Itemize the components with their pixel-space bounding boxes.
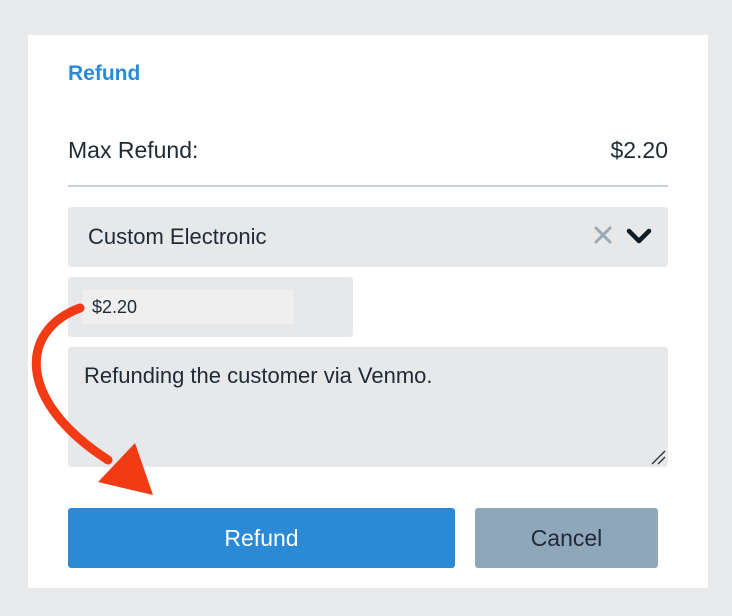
amount-input[interactable] (82, 290, 294, 324)
chevron-down-icon[interactable] (626, 225, 652, 247)
max-refund-row: Max Refund: $2.20 (68, 137, 668, 164)
refund-note-textarea[interactable]: Refunding the customer via Venmo. (68, 347, 668, 467)
divider (68, 185, 668, 187)
max-refund-value: $2.20 (610, 137, 668, 163)
max-refund-label: Max Refund: (68, 137, 199, 163)
refund-method-select[interactable]: Custom Electronic (68, 207, 668, 267)
refund-dialog: Refund Max Refund: $2.20 Custom Electron… (28, 35, 708, 588)
refund-method-value: Custom Electronic (88, 224, 267, 249)
cancel-button[interactable]: Cancel (475, 508, 658, 568)
dialog-title: Refund (68, 62, 141, 85)
refund-button[interactable]: Refund (68, 508, 455, 568)
resize-handle-icon[interactable] (650, 449, 666, 465)
x-icon[interactable] (592, 224, 614, 246)
amount-field-container (68, 277, 353, 337)
